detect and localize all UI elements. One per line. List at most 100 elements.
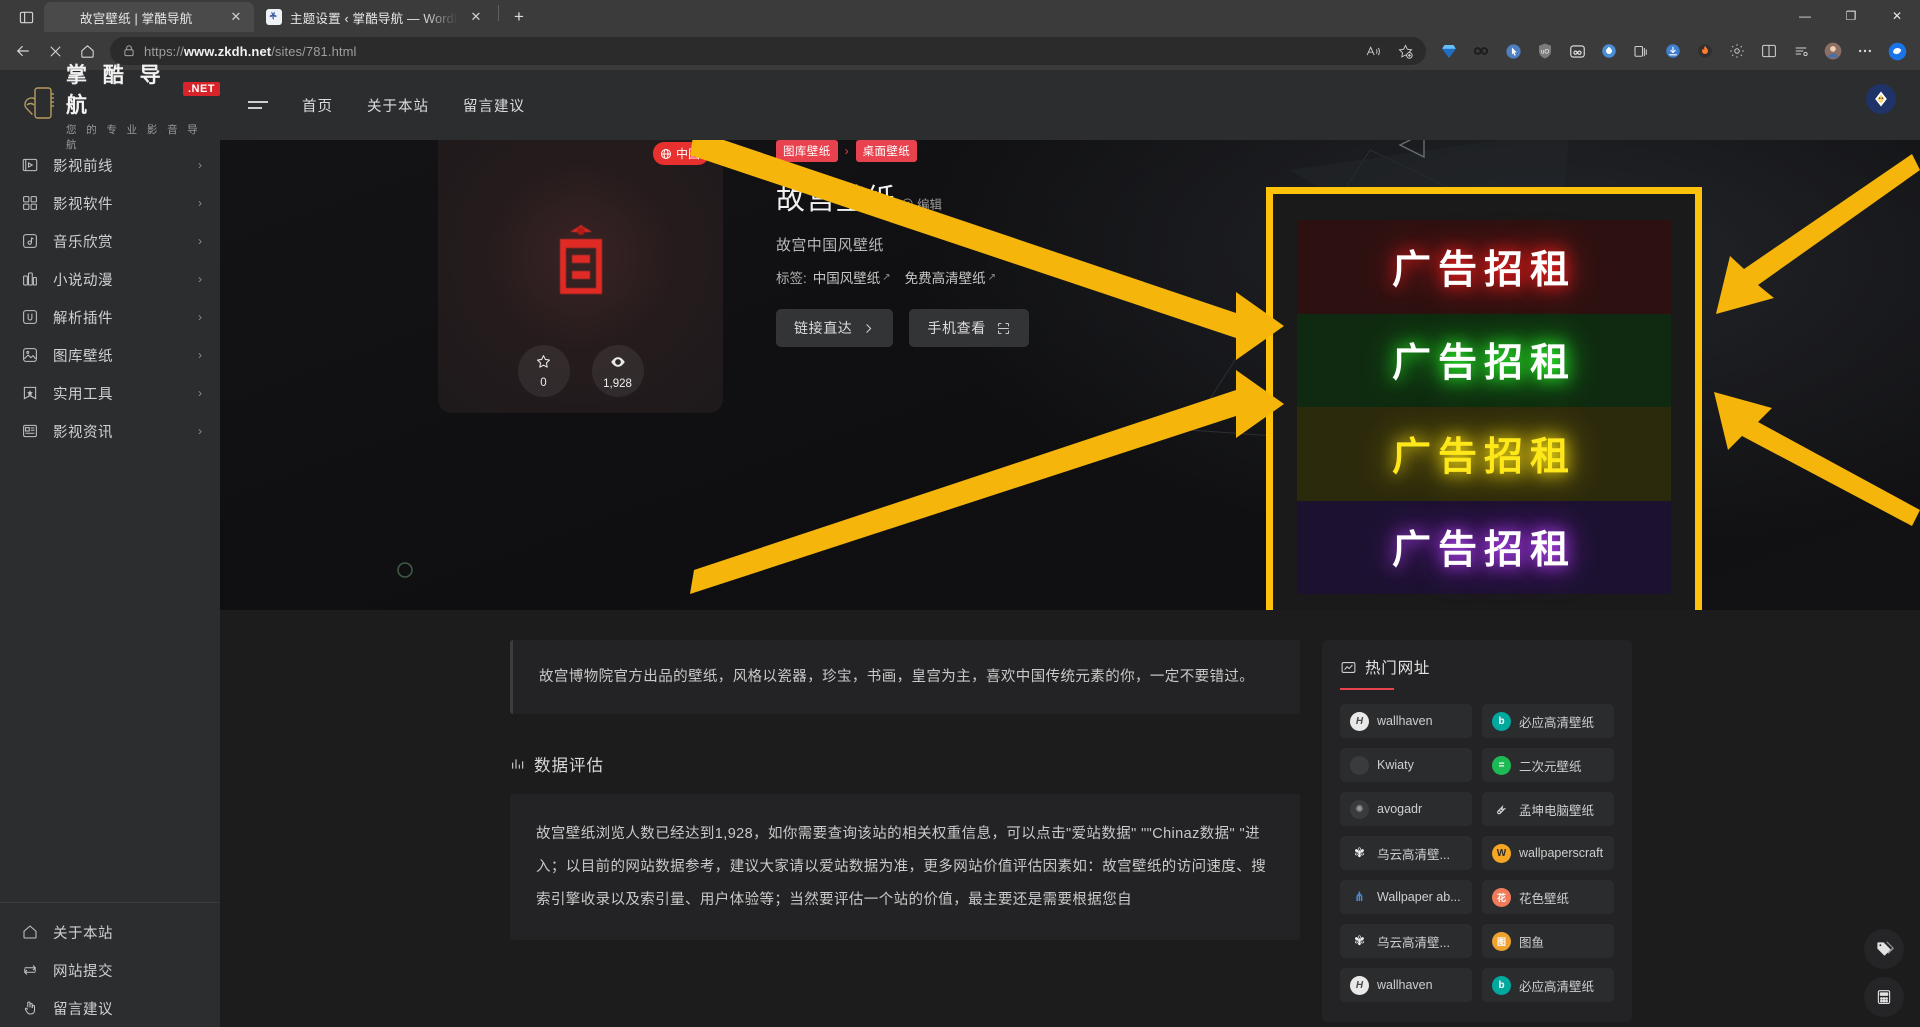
topnav-link-home[interactable]: 首页 bbox=[302, 95, 333, 116]
tag-link-2[interactable]: 免费高清壁纸 ↗ bbox=[905, 267, 996, 287]
advertisement-box[interactable]: 广告招租 广告招租 广告招租 广告招租 bbox=[1266, 187, 1702, 610]
split-screen-icon[interactable] bbox=[1754, 36, 1784, 66]
flame-extension-icon[interactable] bbox=[1690, 36, 1720, 66]
list-item[interactable]: ✺ avogadr bbox=[1340, 792, 1472, 826]
list-item[interactable]: ⋔ Wallpaper ab... bbox=[1340, 880, 1472, 914]
sidebar-item-about[interactable]: 关于本站 bbox=[0, 913, 220, 951]
external-link-icon: ↗ bbox=[987, 271, 997, 283]
list-item[interactable]: ✾ 乌云高清壁... bbox=[1340, 924, 1472, 958]
list-item[interactable]: ✾ 乌云高清壁... bbox=[1340, 836, 1472, 870]
topnav-link-feedback[interactable]: 留言建议 bbox=[463, 95, 525, 116]
tag-link-1[interactable]: 中国风壁纸 ↗ bbox=[813, 267, 891, 287]
list-item[interactable]: = 二次元壁纸 bbox=[1482, 748, 1614, 782]
site-intro-quote: 故宫博物院官方出品的壁纸，风格以瓷器，珍宝，书画，皇宫为主，喜欢中国传统元素的你… bbox=[510, 640, 1300, 715]
hot-sites-title: 热门网址 bbox=[1365, 660, 1431, 677]
list-item[interactable]: Kwiaty bbox=[1340, 748, 1472, 782]
favorites-stat[interactable]: 0 bbox=[517, 345, 570, 397]
submit-loop-icon bbox=[20, 961, 39, 980]
collections-icon[interactable] bbox=[1626, 36, 1656, 66]
tab-search-icon[interactable] bbox=[8, 2, 44, 32]
list-item[interactable]: 图图鱼 bbox=[1482, 924, 1614, 958]
more-icon[interactable] bbox=[1850, 36, 1880, 66]
read-aloud-icon[interactable] bbox=[1358, 36, 1388, 66]
diamond-icon[interactable] bbox=[1434, 36, 1464, 66]
sidebar-item-label: 音乐欣赏 bbox=[53, 234, 113, 251]
mobile-view-button[interactable]: 手机查看 bbox=[909, 309, 1029, 347]
sidebar-item-news[interactable]: 影视资讯 › bbox=[0, 412, 220, 450]
sidebar-item-music[interactable]: 音乐欣赏 › bbox=[0, 222, 220, 260]
tags-icon[interactable] bbox=[1864, 929, 1904, 969]
sidebar-item-gallery-wallpaper[interactable]: 图库壁纸 › bbox=[0, 336, 220, 374]
topnav-link-about[interactable]: 关于本站 bbox=[367, 95, 429, 116]
logo-phone-hand-icon bbox=[18, 85, 62, 125]
window-close-button[interactable]: ✕ bbox=[1874, 0, 1920, 32]
ad-band-text: 广告招租 bbox=[1391, 529, 1576, 573]
copilot-icon[interactable] bbox=[1882, 36, 1912, 66]
site-icon: W bbox=[1492, 843, 1511, 863]
browser-essentials-icon[interactable] bbox=[1786, 36, 1816, 66]
sidebar-item-tools[interactable]: 实用工具 › bbox=[0, 374, 220, 412]
list-item[interactable]: 花花色壁纸 bbox=[1482, 880, 1614, 914]
cursor-icon[interactable] bbox=[1498, 36, 1528, 66]
tab-favicon bbox=[56, 9, 72, 25]
music-note-icon bbox=[20, 232, 39, 251]
list-item[interactable]: 🜸 孟坤电脑壁纸 bbox=[1482, 792, 1614, 826]
web-page: 掌 酷 导 航 .NET 您 的 专 业 影 音 导 航 影视前线 › 影视软件… bbox=[0, 64, 1920, 1027]
sidebar-item-video-frontline[interactable]: 影视前线 › bbox=[0, 146, 220, 184]
edit-link[interactable]: 编辑 bbox=[901, 194, 942, 218]
breadcrumb-item-subcategory[interactable]: 桌面壁纸 bbox=[855, 140, 918, 162]
add-favorite-icon[interactable] bbox=[1390, 36, 1420, 66]
address-bar[interactable]: https://www.zkdh.net/sites/781.html bbox=[110, 37, 1426, 65]
theme-toggle-button[interactable] bbox=[1866, 84, 1896, 114]
list-item[interactable]: Hwallhaven bbox=[1340, 968, 1472, 1002]
action-buttons: 链接直达 手机查看 bbox=[776, 309, 1029, 347]
list-item[interactable]: b 必应高清壁纸 bbox=[1482, 968, 1614, 1002]
sidebar-item-novel-anime[interactable]: 小说动漫 › bbox=[0, 260, 220, 298]
views-count: 1,928 bbox=[603, 377, 632, 390]
goo-icon[interactable] bbox=[1562, 36, 1592, 66]
shield-ublock-icon[interactable]: uO bbox=[1530, 36, 1560, 66]
browser-tab-active[interactable]: 故宫壁纸 | 掌酷导航 ✕ bbox=[44, 2, 254, 32]
window-maximize-button[interactable]: ❐ bbox=[1828, 0, 1874, 32]
star-icon bbox=[535, 353, 552, 375]
chevron-right-icon: › bbox=[198, 386, 202, 400]
browser-tab-inactive[interactable]: 主题设置 ‹ 掌酷导航 — WordPre ✕ bbox=[254, 2, 494, 32]
list-item[interactable]: Hwallhaven bbox=[1340, 704, 1472, 738]
sidebar-item-video-software[interactable]: 影视软件 › bbox=[0, 184, 220, 222]
tab-close-icon[interactable]: ✕ bbox=[466, 7, 486, 27]
sidebar-bottom-nav: 关于本站 网站提交 留言建议 bbox=[0, 902, 220, 1027]
tab-close-icon[interactable]: ✕ bbox=[226, 7, 246, 27]
article-column: 故宫博物院官方出品的壁纸，风格以瓷器，珍宝，书画，皇宫为主，喜欢中国传统元素的你… bbox=[510, 640, 1300, 1022]
window-minimize-button[interactable]: — bbox=[1782, 0, 1828, 32]
eye-icon bbox=[609, 353, 627, 376]
downloads-icon[interactable] bbox=[1658, 36, 1688, 66]
site-thumbnail-card[interactable]: 中国 0 1,928 bbox=[438, 128, 723, 413]
settings-gear-icon[interactable] bbox=[1722, 36, 1752, 66]
hamburger-menu-icon[interactable] bbox=[248, 101, 268, 109]
hot-sites-grid: Hwallhaven b 必应高清壁纸 Kwiaty = 二次元壁纸 ✺ avogad… bbox=[1340, 704, 1614, 1002]
back-icon[interactable] bbox=[8, 36, 38, 66]
chevron-right-icon: › bbox=[198, 348, 202, 362]
diamond-theme-icon bbox=[1875, 91, 1887, 107]
list-item-label: 图鱼 bbox=[1519, 935, 1545, 950]
logo-net-badge: .NET bbox=[182, 81, 220, 96]
lower-content: 故宫博物院官方出品的壁纸，风格以瓷器，珍宝，书画，皇宫为主，喜欢中国传统元素的你… bbox=[220, 610, 1920, 1022]
list-item[interactable]: Wwallpaperscraft bbox=[1482, 836, 1614, 870]
sidebar-item-submit[interactable]: 网站提交 bbox=[0, 951, 220, 989]
list-item[interactable]: b 必应高清壁纸 bbox=[1482, 704, 1614, 738]
sidebar-item-feedback[interactable]: 留言建议 bbox=[0, 989, 220, 1027]
extension-icon[interactable] bbox=[1594, 36, 1624, 66]
lock-icon bbox=[122, 44, 136, 58]
star-tool-icon bbox=[20, 384, 39, 403]
direct-link-button[interactable]: 链接直达 bbox=[776, 309, 894, 347]
calculator-icon[interactable] bbox=[1864, 977, 1904, 1017]
infinity-icon[interactable] bbox=[1466, 36, 1496, 66]
section-title-label: 数据评估 bbox=[534, 757, 604, 776]
site-icon bbox=[1350, 755, 1369, 775]
new-tab-button[interactable]: + bbox=[505, 3, 533, 31]
url-text: https://www.zkdh.net/sites/781.html bbox=[144, 43, 357, 59]
breadcrumb-item-category[interactable]: 图库壁纸 bbox=[776, 140, 838, 162]
site-logo[interactable]: 掌 酷 导 航 .NET 您 的 专 业 影 音 导 航 bbox=[0, 64, 220, 151]
profile-avatar-icon[interactable] bbox=[1818, 36, 1848, 66]
sidebar-item-parse-plugin[interactable]: 解析插件 › bbox=[0, 298, 220, 336]
